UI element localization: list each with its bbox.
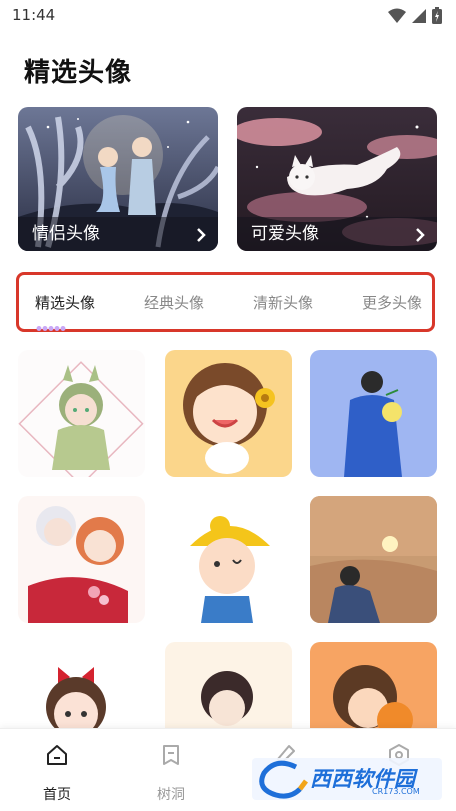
avatar-grid [18,350,438,730]
avatar-thumbnail[interactable] [165,642,292,730]
boy-blue-shirt-avatar [344,371,402,477]
tab-fresh[interactable]: 清新头像 [253,292,313,313]
avatar-thumbnail[interactable] [18,350,145,477]
category-tabs: 精选头像 经典头像 清新头像 更多头像 [16,272,435,332]
nav-home[interactable]: 首页 [0,729,114,811]
active-tab-indicator [36,326,66,331]
avatar-thumbnail[interactable] [310,642,437,730]
status-time: 11:44 [12,6,56,24]
baby-yellow-hat-avatar [190,516,270,623]
banner-label: 情侣头像 [32,224,100,244]
tab-featured[interactable]: 精选头像 [35,292,95,313]
watermark-logo-icon [259,760,308,799]
banner-couple-avatars[interactable]: 情侣头像 [18,107,218,251]
site-watermark: 西西软件园 CR173.COM [252,758,442,800]
avatar-thumbnail[interactable] [310,350,437,477]
banner-cute-avatars[interactable]: 可爱头像 [237,107,437,251]
anime-couple-avatar [28,506,128,623]
chevron-right-icon [416,228,425,242]
wifi-icon [388,8,406,23]
girl-with-cat-avatar [333,665,413,730]
nav-tree-hole[interactable]: 树洞 [114,729,228,811]
chevron-right-icon [197,228,206,242]
sunset-desert-avatar [310,496,437,623]
home-icon [47,745,67,765]
status-icons [388,7,442,24]
avatar-thumbnail[interactable] [165,350,292,477]
watermark-subtext: CR173.COM [372,787,420,796]
banner-label: 可爱头像 [251,224,319,244]
nav-label: 首页 [43,787,71,803]
cartoon-girl-cat-avatar [183,363,275,474]
nav-label: 树洞 [157,787,185,803]
tab-classic[interactable]: 经典头像 [144,292,204,313]
page-title: 精选头像 [24,58,133,88]
battery-icon [432,7,442,24]
boy-sketch-avatar [201,671,253,726]
status-bar: 11:44 [0,0,456,32]
note-icon [163,745,179,765]
girl-red-bow-avatar [46,667,106,730]
signal-icon [412,8,426,23]
avatar-thumbnail[interactable] [165,496,292,623]
avatar-thumbnail[interactable] [18,642,145,730]
anime-girl-avatar [18,361,144,477]
tab-more[interactable]: 更多头像 [362,292,422,313]
avatar-thumbnail[interactable] [310,496,437,623]
avatar-thumbnail[interactable] [18,496,145,623]
